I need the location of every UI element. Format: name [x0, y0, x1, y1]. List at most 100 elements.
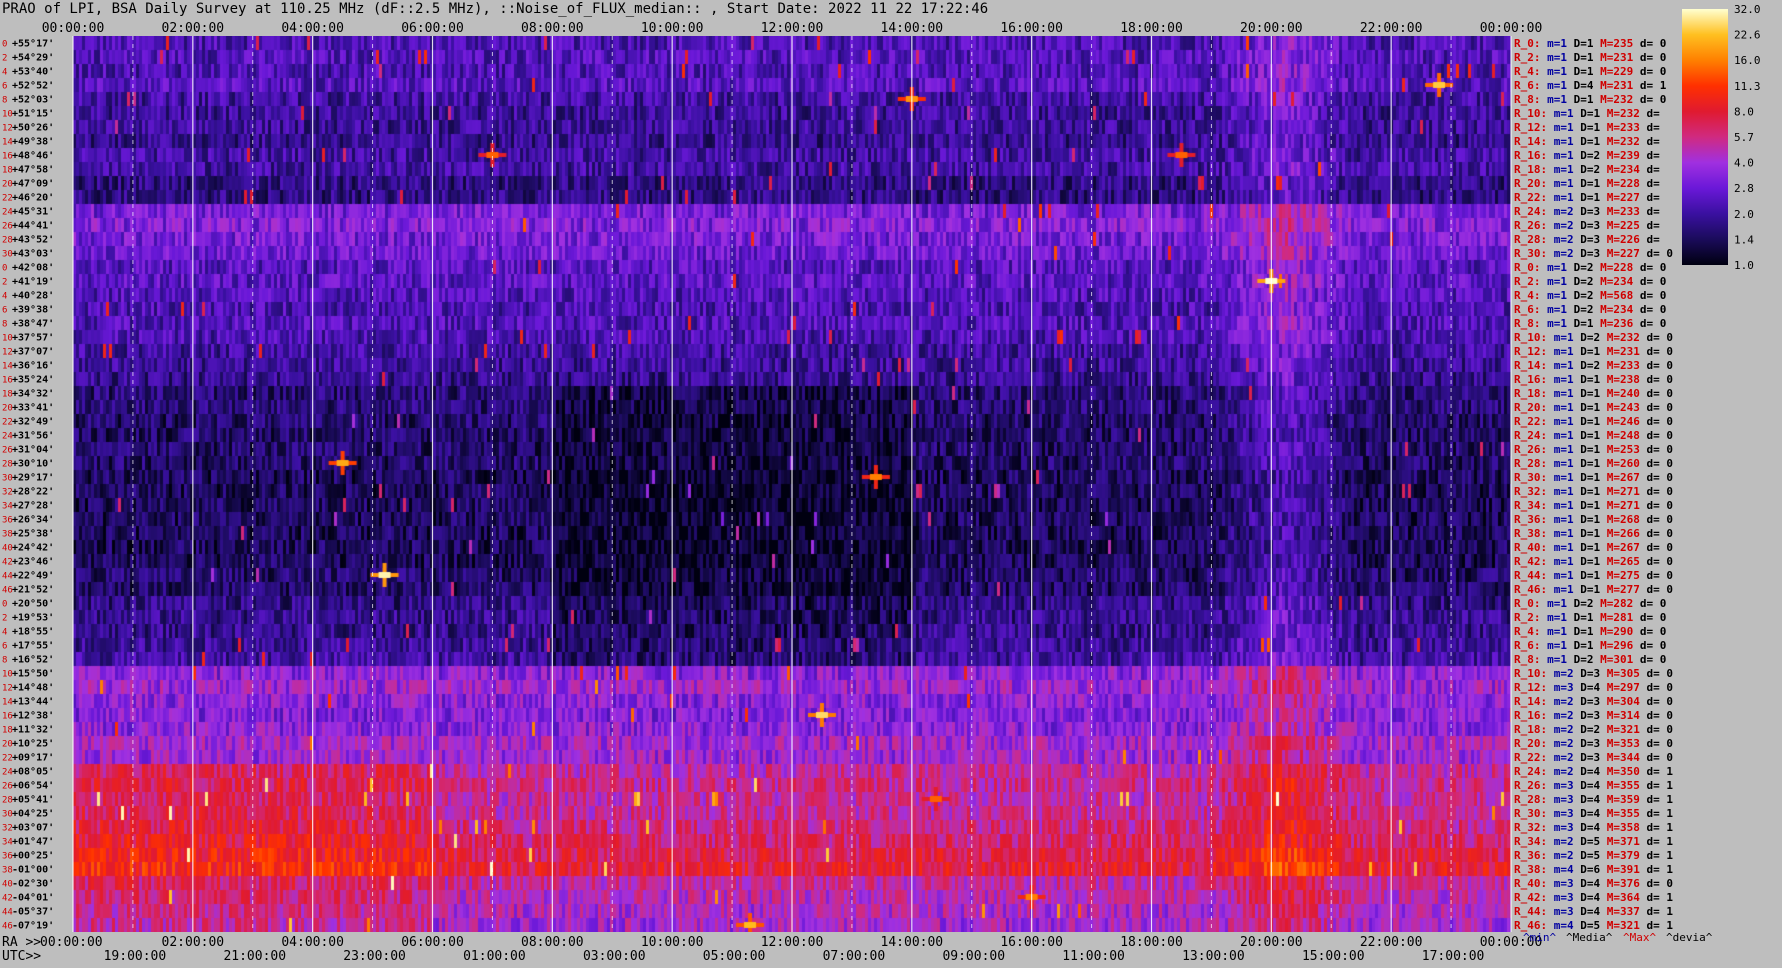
beam-stats-label: R_24: m=2 D=3 M=233 d= — [1514, 205, 1660, 218]
ra-tick-label: 20:00:00 — [1240, 935, 1303, 950]
beam-stats-label: R_42: m=3 D=4 M=364 d= 1 — [1514, 891, 1673, 904]
beam-stats-label: R_20: m=2 D=3 M=353 d= 0 — [1514, 737, 1673, 750]
declination-label: +11°32' — [12, 725, 54, 736]
beam-stats-label: R_46: m=1 D=1 M=277 d= 0 — [1514, 583, 1673, 596]
beam-stats-label: R_16: m=1 D=1 M=238 d= 0 — [1514, 373, 1673, 386]
beam-stats-label: R_38: m=1 D=1 M=266 d= 0 — [1514, 527, 1673, 540]
beam-stats-label: R_18: m=1 D=1 M=240 d= 0 — [1514, 387, 1673, 400]
beam-stats-label: R_24: m=1 D=1 M=248 d= 0 — [1514, 429, 1673, 442]
x-top-tick-label: 06:00:00 — [401, 21, 464, 36]
colorbar — [1682, 9, 1728, 265]
ra-tick-label: 14:00:00 — [881, 935, 944, 950]
declination-label: +43°52' — [12, 235, 54, 246]
declination-label: +42°08' — [12, 263, 54, 274]
declination-label: +49°38' — [12, 137, 54, 148]
beam-stats-label: R_14: m=1 D=2 M=233 d= 0 — [1514, 359, 1673, 372]
declination-label: +52°52' — [12, 81, 54, 92]
row-index-label: 0 — [2, 40, 7, 50]
x-top-tick-label: 20:00:00 — [1240, 21, 1303, 36]
beam-stats-label: R_6: m=1 D=1 M=296 d= 0 — [1514, 639, 1666, 652]
utc-tick-label: 07:00:00 — [823, 949, 886, 964]
row-index-label: 8 — [2, 656, 7, 666]
beam-stats-label: R_36: m=1 D=1 M=268 d= 0 — [1514, 513, 1673, 526]
survey-plot-page: PRAO of LPI, BSA Daily Survey at 110.25 … — [0, 0, 1782, 968]
ra-tick-label: 08:00:00 — [521, 935, 584, 950]
beam-stats-label: R_12: m=1 D=1 M=233 d= — [1514, 121, 1660, 134]
beam-stats-label: R_20: m=1 D=1 M=243 d= 0 — [1514, 401, 1673, 414]
x-top-tick-label: 04:00:00 — [281, 21, 344, 36]
declination-label: +15°50' — [12, 669, 54, 680]
row-index-label: 2 — [2, 614, 7, 624]
colorbar-tick-label: 4.0 — [1734, 157, 1754, 170]
beam-stats-label: R_28: m=3 D=4 M=359 d= 1 — [1514, 793, 1673, 806]
beam-stats-label: R_26: m=2 D=3 M=225 d= — [1514, 219, 1660, 232]
ra-axis-prefix: RA >> — [2, 935, 41, 950]
x-top-tick-label: 14:00:00 — [881, 21, 944, 36]
utc-tick-label: 23:00:00 — [343, 949, 406, 964]
declination-label: -07°19' — [12, 921, 54, 932]
declination-label: -05°37' — [12, 907, 54, 918]
utc-tick-label: 03:00:00 — [583, 949, 646, 964]
beam-stats-label: R_4: m=1 D=2 M=568 d= 0 — [1514, 289, 1666, 302]
beam-stats-label: R_20: m=1 D=1 M=228 d= — [1514, 177, 1660, 190]
beam-stats-label: R_16: m=2 D=3 M=314 d= 0 — [1514, 709, 1673, 722]
row-index-label: 8 — [2, 96, 7, 106]
beam-stats-label: R_34: m=2 D=5 M=371 d= 1 — [1514, 835, 1673, 848]
beam-stats-label: R_12: m=3 D=4 M=297 d= 0 — [1514, 681, 1673, 694]
declination-label: +52°03' — [12, 95, 54, 106]
beam-stats-label: R_18: m=1 D=2 M=234 d= — [1514, 163, 1660, 176]
beam-stats-label: R_14: m=1 D=1 M=232 d= — [1514, 135, 1660, 148]
declination-label: +36°16' — [12, 361, 54, 372]
beam-stats-label: R_44: m=3 D=4 M=337 d= 1 — [1514, 905, 1673, 918]
declination-label: +30°10' — [12, 459, 54, 470]
colorbar-tick-label: 1.4 — [1734, 233, 1754, 246]
declination-label: +55°17' — [12, 39, 54, 50]
declination-label: +54°29' — [12, 53, 54, 64]
beam-stats-label: R_30: m=1 D=1 M=267 d= 0 — [1514, 471, 1673, 484]
x-top-tick-label: 02:00:00 — [162, 21, 225, 36]
utc-tick-label: 13:00:00 — [1182, 949, 1245, 964]
declination-label: +04°25' — [12, 809, 54, 820]
beam-stats-label: R_40: m=1 D=1 M=267 d= 0 — [1514, 541, 1673, 554]
colorbar-tick-label: 16.0 — [1734, 54, 1761, 67]
heatmap-chart: 00:00:00 02:00:00 04:00:00 06:00:00 08:00:00… — [2, 3, 1761, 964]
colorbar-tick-label: 22.6 — [1734, 29, 1761, 42]
declination-label: +50°26' — [12, 123, 54, 134]
utc-tick-label: 21:00:00 — [223, 949, 286, 964]
declination-label: +09°17' — [12, 753, 54, 764]
x-top-tick-label: 00:00:00 — [42, 21, 105, 36]
beam-stats-label: R_32: m=3 D=4 M=358 d= 1 — [1514, 821, 1673, 834]
beam-stats-label: R_2: m=1 D=2 M=234 d= 0 — [1514, 275, 1666, 288]
declination-label: -02°30' — [12, 879, 54, 890]
colorbar-tick-label: 8.0 — [1734, 105, 1754, 118]
ra-tick-label: 06:00:00 — [401, 935, 464, 950]
x-top-tick-label: 22:00:00 — [1360, 21, 1423, 36]
utc-tick-label: 19:00:00 — [104, 949, 167, 964]
colorbar-tick-label: 2.8 — [1734, 182, 1754, 195]
utc-tick-label: 05:00:00 — [703, 949, 766, 964]
beam-stats-label: R_38: m=4 D=6 M=391 d= 1 — [1514, 863, 1673, 876]
declination-label: +13°44' — [12, 697, 54, 708]
colorbar-tick-label: 5.7 — [1734, 131, 1754, 144]
beam-stats-label: R_34: m=1 D=1 M=271 d= 0 — [1514, 499, 1673, 512]
colorbar-tick-label: 1.0 — [1734, 259, 1754, 272]
ra-tick-label: 10:00:00 — [641, 935, 704, 950]
row-index-label: 0 — [2, 600, 7, 610]
beam-stats-label: R_16: m=1 D=2 M=239 d= — [1514, 149, 1660, 162]
declination-label: +44°41' — [12, 221, 54, 232]
beam-stats-label: R_2: m=1 D=1 M=231 d= 0 — [1514, 51, 1666, 64]
row-index-label: 6 — [2, 642, 7, 652]
declination-label: +47°09' — [12, 179, 54, 190]
x-top-tick-label: 16:00:00 — [1000, 21, 1063, 36]
ra-tick-label: 18:00:00 — [1120, 935, 1183, 950]
declination-label: +23°46' — [12, 557, 54, 568]
colorbar-tick-label: 11.3 — [1734, 80, 1761, 93]
declination-label: +43°03' — [12, 249, 54, 260]
declination-label: +18°55' — [12, 627, 54, 638]
declination-label: +22°49' — [12, 571, 54, 582]
x-top-tick-label: 18:00:00 — [1120, 21, 1183, 36]
utc-tick-label: 15:00:00 — [1302, 949, 1365, 964]
beam-stats-label: R_0: m=1 D=2 M=282 d= 0 — [1514, 597, 1666, 610]
declination-label: +06°54' — [12, 781, 54, 792]
declination-label: -01°00' — [12, 865, 54, 876]
